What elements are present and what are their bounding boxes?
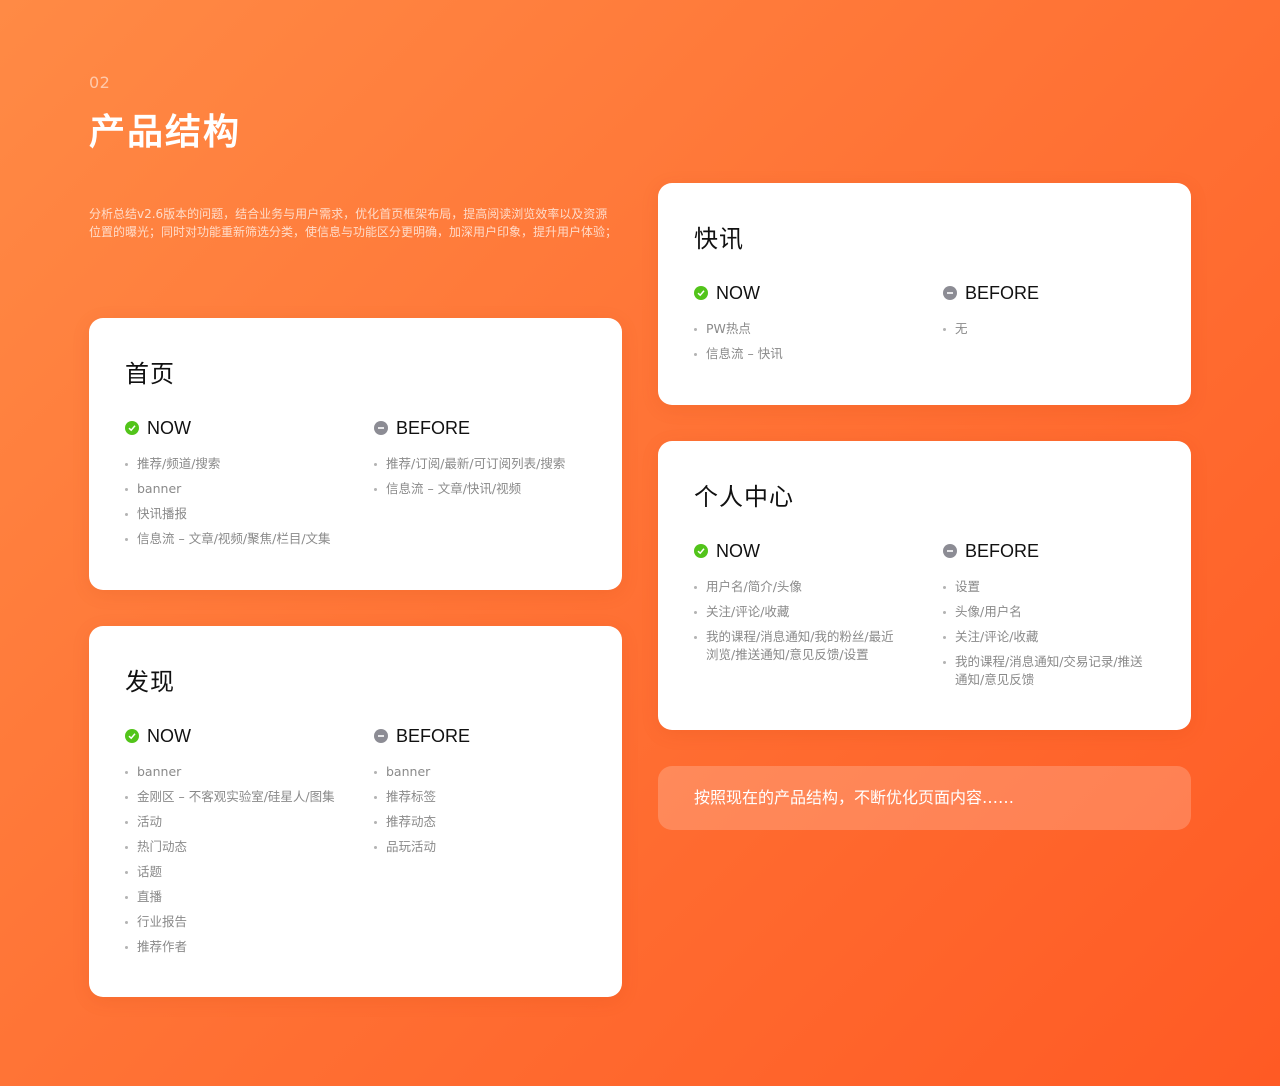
card-profile: 个人中心 NOW 用户名/简介/头像 关注/评论/收藏 我的课程/消息通知/我的粉丝… [658, 441, 1191, 730]
before-label: BEFORE [965, 282, 1040, 303]
before-label: BEFORE [396, 725, 471, 746]
list-item: 推荐/频道/搜索 [125, 455, 355, 473]
list-item: 推荐动态 [374, 813, 604, 831]
list-item: 关注/评论/收藏 [943, 628, 1153, 646]
now-label: NOW [716, 282, 760, 303]
list-item: 金刚区 – 不客观实验室/硅星人/图集 [125, 788, 355, 806]
before-label: BEFORE [965, 540, 1040, 561]
now-label: NOW [147, 417, 191, 438]
list-item: 用户名/简介/头像 [694, 578, 904, 596]
before-column: BEFORE 无 [943, 282, 1173, 345]
before-list: 推荐/订阅/最新/可订阅列表/搜索 信息流 – 文章/快讯/视频 [374, 455, 604, 498]
now-label: NOW [716, 540, 760, 561]
list-item: 信息流 – 文章/快讯/视频 [374, 480, 604, 498]
list-item: 无 [943, 320, 1173, 338]
card-title: 个人中心 [694, 483, 794, 511]
card-news: 快讯 NOW PW热点信息流 – 快讯 BEFORE 无 [658, 183, 1191, 405]
list-item: 设置 [943, 578, 1153, 596]
list-item: 信息流 – 快讯 [694, 345, 924, 363]
now-label: NOW [147, 725, 191, 746]
list-item: 我的课程/消息通知/交易记录/推送通知/意见反馈 [943, 653, 1153, 689]
page-title: 产品结构 [89, 112, 242, 153]
minus-circle-icon [374, 421, 388, 435]
section-number: 02 [89, 73, 111, 92]
card-title: 快讯 [694, 225, 744, 253]
list-item: 活动 [125, 813, 355, 831]
list-item: 我的课程/消息通知/我的粉丝/最近浏览/推送通知/意见反馈/设置 [694, 628, 904, 664]
check-circle-icon [125, 729, 139, 743]
before-list: 无 [943, 320, 1173, 338]
card-title: 首页 [125, 360, 175, 388]
list-item: 推荐标签 [374, 788, 604, 806]
now-list: banner 金刚区 – 不客观实验室/硅星人/图集 活动热门动态话题直播行业报告推… [125, 763, 355, 956]
card-home: 首页 NOW 推荐/频道/搜索 banner 快讯播报信息流 – 文章/视频/聚焦/… [89, 318, 622, 590]
minus-circle-icon [374, 729, 388, 743]
before-column: BEFORE 设置头像/用户名 关注/评论/收藏我的课程/消息通知/交易记录/推送… [943, 540, 1153, 696]
list-item: 推荐作者 [125, 938, 355, 956]
before-column: BEFORE banner 推荐标签推荐动态品玩活动 [374, 725, 604, 863]
list-item: 头像/用户名 [943, 603, 1153, 621]
list-item: 行业报告 [125, 913, 355, 931]
before-label: BEFORE [396, 417, 471, 438]
list-item: 热门动态 [125, 838, 355, 856]
before-column: BEFORE 推荐/订阅/最新/可订阅列表/搜索 信息流 – 文章/快讯/视频 [374, 417, 604, 505]
intro-text: 分析总结v2.6版本的问题，结合业务与用户需求，优化首页框架布局，提高阅读浏览效… [89, 207, 618, 239]
check-circle-icon [125, 421, 139, 435]
minus-circle-icon [943, 544, 957, 558]
minus-circle-icon [943, 286, 957, 300]
now-list: 推荐/频道/搜索 banner 快讯播报信息流 – 文章/视频/聚焦/栏目/文集 [125, 455, 355, 548]
list-item: banner [125, 763, 355, 781]
now-column: NOW PW热点信息流 – 快讯 [694, 282, 924, 370]
list-item: 话题 [125, 863, 355, 881]
before-list: banner 推荐标签推荐动态品玩活动 [374, 763, 604, 856]
before-list: 设置头像/用户名 关注/评论/收藏我的课程/消息通知/交易记录/推送通知/意见反馈 [943, 578, 1153, 689]
list-item: 直播 [125, 888, 355, 906]
now-list: PW热点信息流 – 快讯 [694, 320, 924, 363]
check-circle-icon [694, 544, 708, 558]
list-item: 信息流 – 文章/视频/聚焦/栏目/文集 [125, 530, 355, 548]
list-item: banner [374, 763, 604, 781]
check-circle-icon [694, 286, 708, 300]
card-title: 发现 [125, 668, 175, 696]
list-item: PW热点 [694, 320, 924, 338]
card-discover: 发现 NOW banner 金刚区 – 不客观实验室/硅星人/图集 活动热门动态话题… [89, 626, 622, 997]
list-item: 推荐/订阅/最新/可订阅列表/搜索 [374, 455, 604, 473]
now-column: NOW banner 金刚区 – 不客观实验室/硅星人/图集 活动热门动态话题直播行… [125, 725, 355, 963]
now-column: NOW 用户名/简介/头像 关注/评论/收藏我的课程/消息通知/我的粉丝/最近浏览… [694, 540, 904, 671]
list-item: 快讯播报 [125, 505, 355, 523]
now-column: NOW 推荐/频道/搜索 banner 快讯播报信息流 – 文章/视频/聚焦/栏目/… [125, 417, 355, 555]
list-item: 关注/评论/收藏 [694, 603, 904, 621]
list-item: 品玩活动 [374, 838, 604, 856]
callout-banner: 按照现在的产品结构，不断优化页面内容…… [658, 766, 1191, 830]
list-item: banner [125, 480, 355, 498]
now-list: 用户名/简介/头像 关注/评论/收藏我的课程/消息通知/我的粉丝/最近浏览/推送通… [694, 578, 904, 664]
